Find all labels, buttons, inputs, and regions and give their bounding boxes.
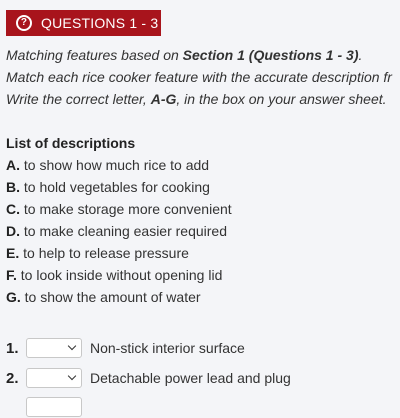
answer-select-1[interactable] (26, 338, 82, 358)
description-item: A. to show how much rice to add (6, 157, 210, 173)
description-item: F. to look inside without opening lid (6, 267, 223, 283)
question-number: 2. (6, 369, 19, 387)
answer-select-3[interactable] (26, 397, 82, 417)
questions-badge: ? QUESTIONS 1 - 3 (6, 10, 161, 36)
description-item: C. to make storage more convenient (6, 201, 232, 217)
instruction-line-2: Match each rice cooker feature with the … (6, 69, 392, 85)
description-item: E. to help to release pressure (6, 245, 189, 261)
question-row-3 (6, 396, 90, 418)
list-title: List of descriptions (6, 135, 136, 151)
question-row-1: 1. Non-stick interior surface (6, 337, 245, 359)
answer-select-2[interactable] (26, 368, 82, 388)
questions-badge-label: QUESTIONS 1 - 3 (41, 15, 159, 31)
instruction-line-1: Matching features based on Section 1 (Qu… (6, 47, 363, 63)
description-item: G. to show the amount of water (6, 289, 201, 305)
chevron-down-icon (67, 371, 77, 381)
question-circle-icon: ? (16, 15, 32, 31)
description-item: B. to hold vegetables for cooking (6, 179, 210, 195)
description-item: D. to make cleaning easier required (6, 223, 228, 239)
question-number: 1. (6, 339, 19, 357)
question-label: Non-stick interior surface (90, 340, 245, 356)
question-label: Detachable power lead and plug (90, 370, 291, 386)
chevron-down-icon (67, 341, 77, 351)
instruction-line-3: Write the correct letter, A-G, in the bo… (6, 91, 387, 107)
instructions: Matching features based on Section 1 (Qu… (6, 44, 400, 110)
description-list: A. to show how much rice to add B. to ho… (6, 154, 232, 308)
question-row-2: 2. Detachable power lead and plug (6, 367, 291, 389)
